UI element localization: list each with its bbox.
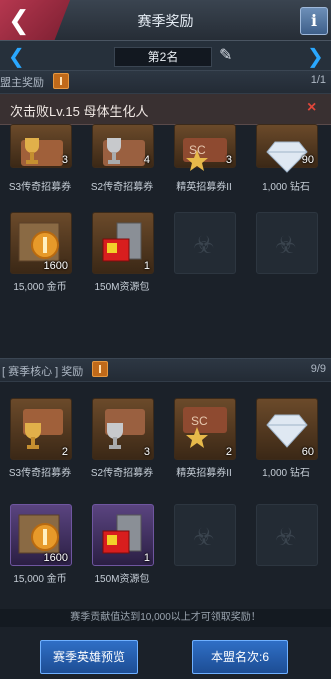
biohazard-icon: ☣ — [275, 524, 297, 551]
reward-tile[interactable]: 90 — [256, 124, 318, 173]
item-qty: 3 — [61, 154, 68, 166]
item-qty: 1600 — [43, 552, 68, 564]
item-name: 1,000 钻石 — [262, 182, 310, 193]
footer-note: 赛季贡献值达到10,000以上才可领取奖励！ — [0, 609, 331, 627]
banner-text: 次击败Lv.15 母体生化人 — [10, 104, 149, 119]
biohazard-icon: ☣ — [275, 232, 297, 259]
item-qty: 90 — [301, 154, 314, 166]
rank-display: 第2名 — [114, 47, 212, 67]
section-marker-icon — [53, 73, 69, 89]
info-button[interactable]: i — [300, 7, 328, 35]
biohazard-icon: ☣ — [193, 232, 215, 259]
item-name: 150M资源包 — [94, 574, 150, 585]
item-name: S2传奇招募券 — [90, 468, 154, 479]
empty-tile: ☣ — [256, 212, 318, 274]
empty-tile: ☣ — [174, 212, 236, 274]
empty-tile: ☣ — [174, 504, 236, 566]
item-qty: 2 — [61, 446, 68, 458]
item-name: S3传奇招募券 — [8, 468, 72, 479]
reward-tile[interactable]: 1 — [92, 212, 154, 274]
item-qty: 1 — [143, 552, 150, 564]
edit-pencil-icon[interactable]: ✎ — [219, 45, 232, 65]
item-name: S2传奇招募券 — [90, 182, 154, 193]
item-qty: 3 — [225, 154, 232, 166]
item-qty: 1600 — [43, 260, 68, 272]
section-title-leader: 盟主奖励 — [0, 77, 44, 89]
reward-tile[interactable]: 2 — [10, 398, 72, 460]
alliance-rank-button[interactable]: 本盟名次:6 — [192, 640, 288, 674]
season-hero-preview-button[interactable]: 赛季英雄预览 — [40, 640, 138, 674]
item-name: 15,000 金币 — [13, 574, 67, 585]
item-name: 150M资源包 — [94, 282, 150, 293]
item-name: 精英招募券II — [176, 182, 232, 193]
biohazard-icon: ☣ — [193, 524, 215, 551]
item-name: 15,000 金币 — [13, 282, 67, 293]
item-name: S3传奇招募券 — [8, 182, 72, 193]
reward-tile[interactable]: 4 — [92, 124, 154, 168]
close-icon[interactable]: × — [307, 99, 316, 117]
item-name: 1,000 钻石 — [262, 468, 310, 479]
item-qty: 60 — [301, 446, 314, 458]
item-qty: 3 — [143, 446, 150, 458]
reward-tile[interactable]: 3 — [92, 398, 154, 460]
reward-tile[interactable]: 60 — [256, 398, 318, 460]
item-qty: 1 — [143, 260, 150, 272]
reward-tile[interactable]: 1600 — [10, 212, 72, 274]
section-marker-icon — [92, 361, 108, 377]
reward-tile[interactable]: 3 — [10, 124, 72, 168]
next-rank-arrow-icon[interactable]: ❯ — [307, 44, 324, 69]
svg-text:SC: SC — [191, 414, 208, 428]
section-header-leader — [0, 70, 331, 94]
reward-tile[interactable]: SC 3 — [174, 124, 236, 171]
item-qty: 2 — [225, 446, 232, 458]
section-count-core: 9/9 — [310, 363, 326, 375]
item-name: 精英招募券II — [176, 468, 232, 479]
section-count-leader: 1/1 — [310, 74, 326, 86]
section-title-core: [ 赛季核心 ] 奖励 — [2, 366, 84, 378]
reward-tile[interactable]: 1600 — [10, 504, 72, 566]
empty-tile: ☣ — [256, 504, 318, 566]
reward-tile[interactable]: SC 2 — [174, 398, 236, 460]
page-title: 赛季奖励 — [137, 13, 194, 29]
prev-rank-arrow-icon[interactable]: ❮ — [8, 44, 25, 69]
reward-tile[interactable]: 1 — [92, 504, 154, 566]
item-qty: 4 — [143, 154, 150, 166]
